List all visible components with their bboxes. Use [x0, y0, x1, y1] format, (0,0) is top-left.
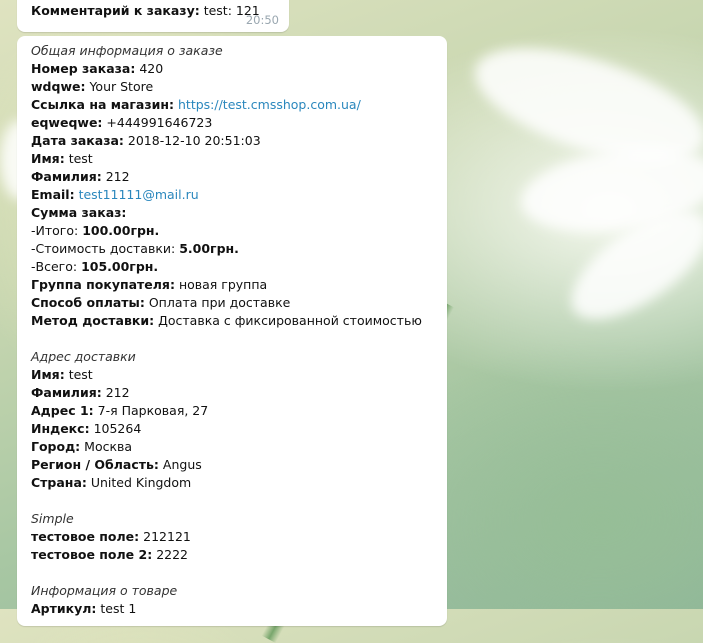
store-link[interactable]: https://test.cmsshop.com.ua/: [178, 97, 361, 112]
order-sum-label: Сумма заказ:: [31, 205, 127, 220]
email-row: Email: test11111@mail.ru: [31, 187, 199, 202]
previous-message-bubble: Комментарий к заказу: test: 121 20:50: [17, 0, 289, 32]
order-date-row: Дата заказа: 2018-12-10 20:51:03: [31, 133, 261, 148]
payment-method-row: Способ оплаты: Оплата при доставке: [31, 295, 291, 310]
country-row: Страна: United Kingdom: [31, 475, 192, 490]
store-row: wdqwe: Your Store: [31, 79, 154, 94]
delivery-method-row: Метод доставки: Доставка с фиксированной…: [31, 313, 422, 328]
article-row: Артикул: test 1: [31, 601, 137, 616]
order-message-bubble: Общая информация о заказе Номер заказа: …: [17, 36, 447, 626]
name-row: Имя: test: [31, 151, 93, 166]
section-address-title: Адрес доставки: [31, 349, 136, 364]
customer-group-row: Группа покупателя: новая группа: [31, 277, 268, 292]
city-row: Город: Москва: [31, 439, 133, 454]
subtotal-row: -Итого: 100.00грн.: [31, 223, 160, 238]
region-row: Регион / Область: Angus: [31, 457, 202, 472]
test-field-1-row: тестовое поле: 212121: [31, 529, 191, 544]
address-line-row: Адрес 1: 7-я Парковая, 27: [31, 403, 209, 418]
test-field-2-row: тестовое поле 2: 2222: [31, 547, 188, 562]
store-link-row: Ссылка на магазин: https://test.cmsshop.…: [31, 97, 361, 112]
postal-index-row: Индекс: 105264: [31, 421, 142, 436]
phone-row: eqweqwe: +444991646723: [31, 115, 213, 130]
section-simple-title: Simple: [31, 511, 74, 526]
order-number-row: Номер заказа: 420: [31, 61, 164, 76]
address-surname-row: Фамилия: 212: [31, 385, 130, 400]
shipping-cost-row: -Стоимость доставки: 5.00грн.: [31, 241, 239, 256]
comment-label: Комментарий к заказу:: [31, 3, 200, 18]
total-row: -Всего: 105.00грн.: [31, 259, 159, 274]
email-link[interactable]: test11111@mail.ru: [79, 187, 199, 202]
message-time: 20:50: [245, 13, 279, 27]
section-general-title: Общая информация о заказе: [31, 43, 223, 58]
surname-row: Фамилия: 212: [31, 169, 130, 184]
address-name-row: Имя: test: [31, 367, 93, 382]
section-product-title: Информация о товаре: [31, 583, 178, 598]
